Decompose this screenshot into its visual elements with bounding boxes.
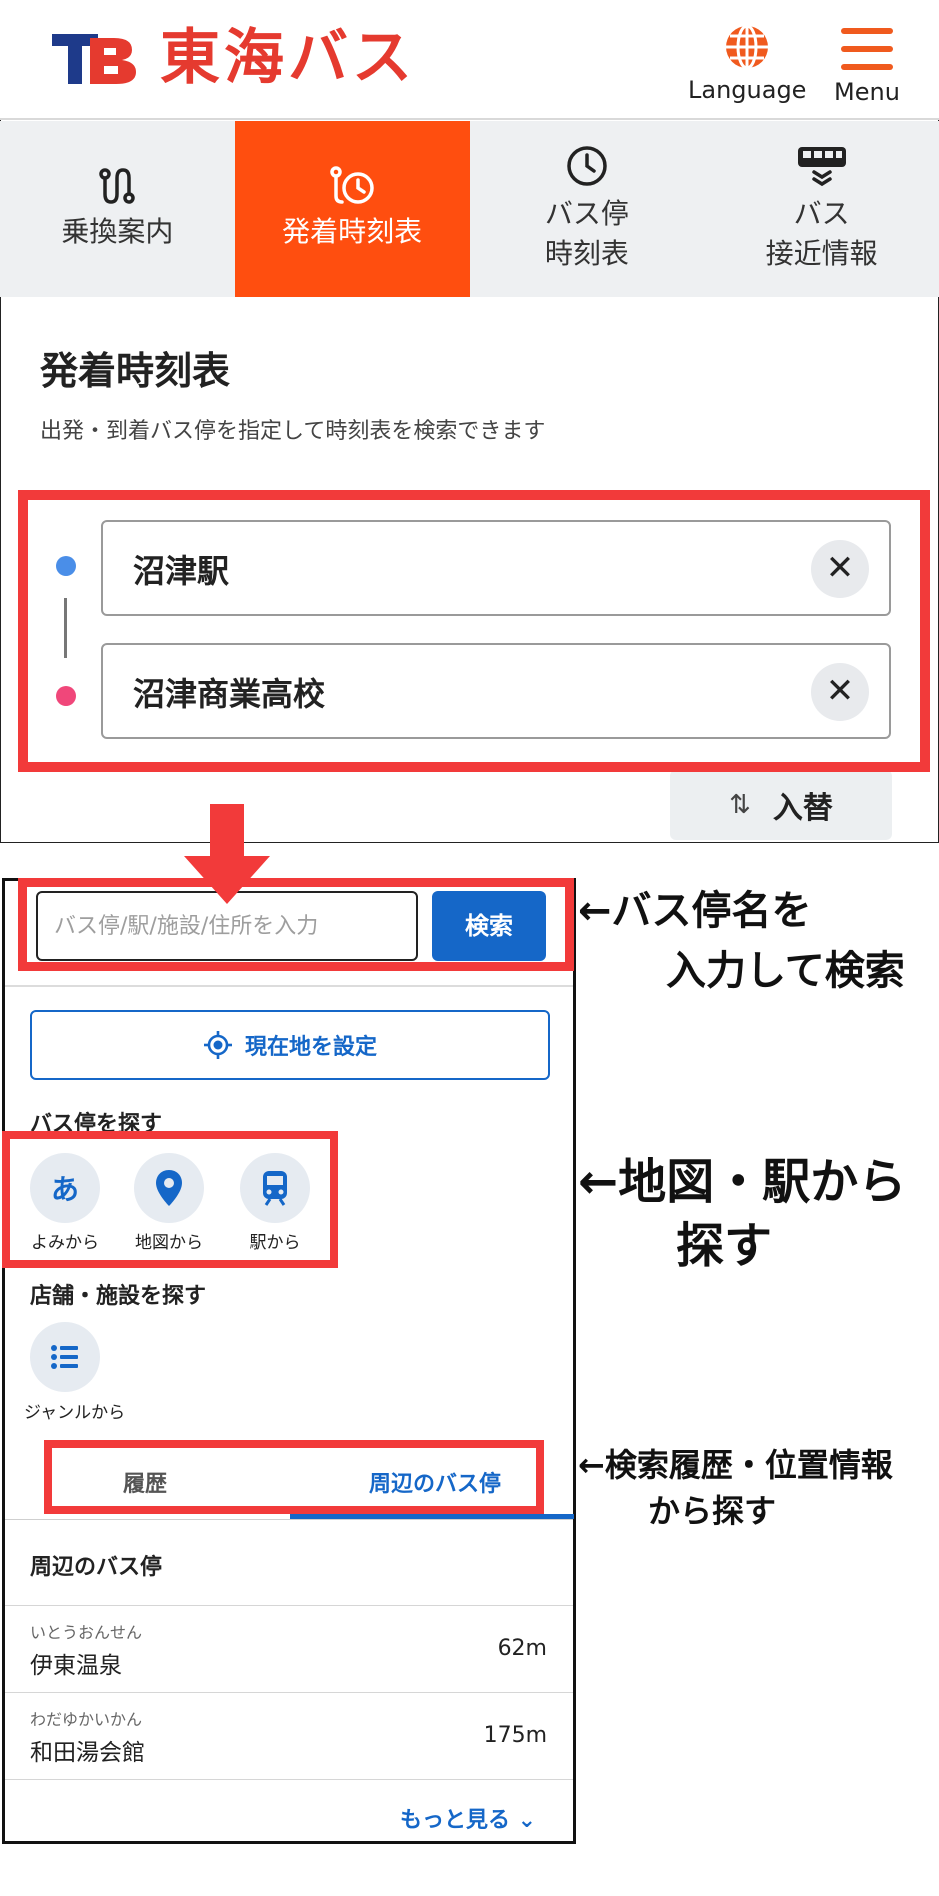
highlight-box-tabs — [44, 1440, 544, 1514]
tab-transfer[interactable]: 乗換案内 — [0, 121, 235, 297]
divider — [5, 1605, 573, 1606]
clock-icon — [567, 146, 607, 186]
timetable-icon — [330, 166, 374, 204]
tab-transfer-label: 乗換案内 — [61, 215, 174, 248]
stop-2-distance: 175m — [483, 1723, 547, 1748]
annotation-search-line2: 入力して検索 — [666, 948, 905, 994]
stop-1-distance: 62m — [497, 1636, 547, 1661]
tab-baseline — [5, 1519, 573, 1520]
find-by-genre-button[interactable] — [30, 1322, 100, 1392]
stop-2-kana: わだゆかいかん — [30, 1710, 143, 1729]
tb-logo-icon[interactable] — [52, 30, 140, 88]
swap-arrows-icon: ⇅ — [729, 790, 751, 820]
annotation-finder-line2: 探す — [676, 1218, 773, 1274]
divider — [5, 1692, 573, 1693]
shop-finder-title: 店舗・施設を探す — [30, 1284, 207, 1309]
menu-label: Menu — [834, 78, 900, 106]
active-tab-indicator — [290, 1514, 574, 1519]
tab-timetable-od[interactable]: 発着時刻表 — [234, 121, 470, 297]
language-button[interactable]: Language — [688, 22, 806, 108]
find-by-genre-label: ジャンルから — [24, 1403, 126, 1423]
brand-name: 東海バス — [160, 23, 416, 93]
bus-approach-icon — [797, 147, 846, 187]
language-label: Language — [688, 76, 807, 104]
page-title: 発着時刻表 — [40, 349, 231, 393]
highlight-box-finder — [2, 1131, 338, 1268]
highlight-box-search — [18, 878, 574, 971]
tab-timetable-od-label: 発着時刻表 — [282, 215, 423, 248]
annotation-history-line1: ←検索履歴・位置情報 — [578, 1446, 893, 1484]
down-arrow-shaft — [210, 804, 244, 862]
hamburger-icon — [841, 28, 893, 72]
locate-icon — [203, 1031, 232, 1059]
menu-button[interactable]: Menu — [822, 22, 912, 108]
stop-1-name[interactable]: 伊東温泉 — [30, 1646, 122, 1680]
tab-bus-approach[interactable]: バス 接近情報 — [704, 121, 939, 297]
stop-2-name[interactable]: 和田湯会館 — [30, 1733, 145, 1767]
set-current-location-button[interactable]: 現在地を設定 — [30, 1010, 550, 1080]
tab-bus-approach-label: バス 接近情報 — [765, 197, 878, 270]
set-current-location-label: 現在地を設定 — [244, 1035, 377, 1060]
globe-icon — [726, 24, 768, 70]
highlight-box-route-form — [18, 490, 930, 772]
divider — [5, 1779, 573, 1780]
list-icon — [51, 1345, 78, 1369]
show-more-link[interactable]: もっと見る ⌄ — [400, 1802, 536, 1834]
swap-label: 入替 — [772, 791, 833, 826]
annotation-finder-line1: ←地図・駅から — [578, 1154, 907, 1210]
annotation-history-line2: から探す — [648, 1492, 777, 1530]
main-tabs: 乗換案内 発着時刻表 バス停 時刻表 バス 接近情報 — [0, 121, 939, 297]
annotation-search-line1: ←バス停名を — [578, 888, 812, 934]
swap-button[interactable]: ⇅ 入替 — [670, 770, 892, 840]
divider — [5, 985, 573, 987]
stop-1-kana: いとうおんせん — [30, 1623, 143, 1642]
nearby-stops-title: 周辺のバス停 — [30, 1555, 163, 1580]
down-arrow-icon — [184, 856, 270, 904]
tab-busstop-timetable[interactable]: バス停 時刻表 — [470, 121, 705, 297]
page-description: 出発・到着バス停を指定して時刻表を検索できます — [40, 419, 546, 444]
route-icon — [99, 168, 136, 204]
tab-busstop-timetable-label: バス停 時刻表 — [544, 197, 629, 270]
